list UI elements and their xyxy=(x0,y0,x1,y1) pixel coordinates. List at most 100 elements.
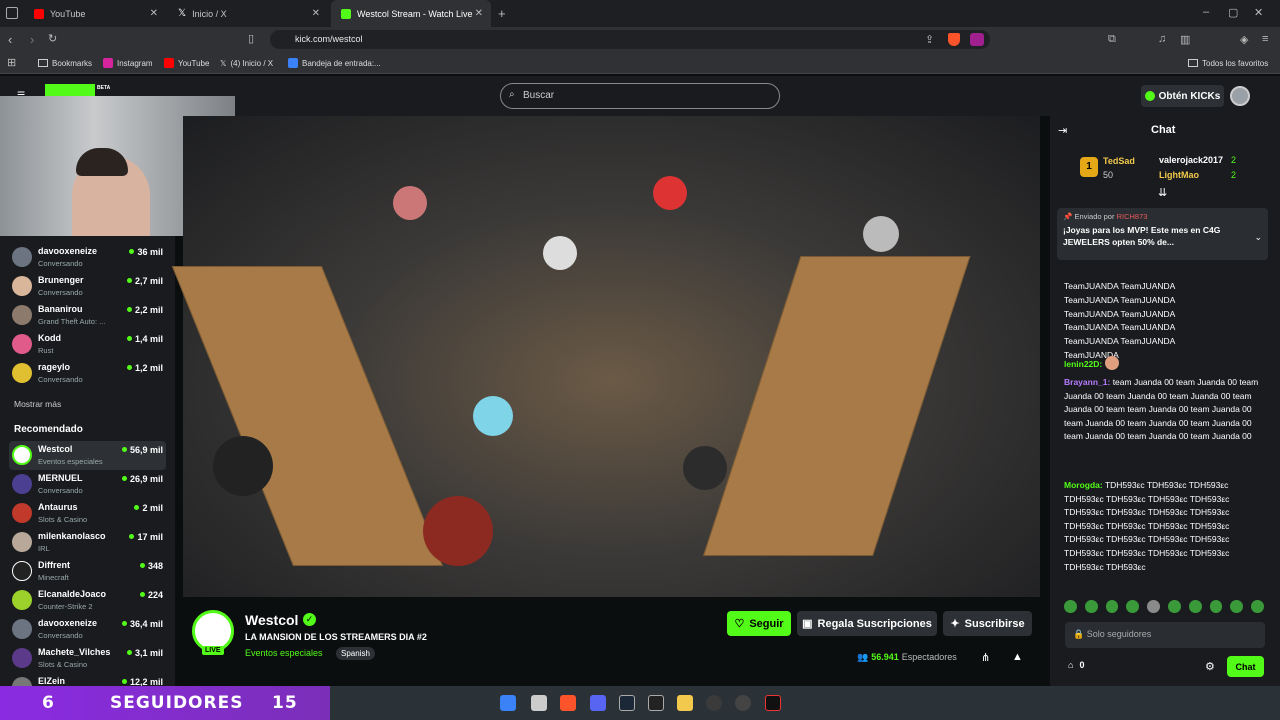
sidebar-item[interactable]: Antaurus Slots & Casino 2 mil xyxy=(12,499,167,528)
file-explorer-icon[interactable] xyxy=(677,695,693,711)
gift-subs-button[interactable]: ▣ Regala Suscripciones xyxy=(797,611,937,636)
chat-username[interactable]: lenin22D: xyxy=(1064,359,1102,369)
subscribe-button[interactable]: ✦ Suscribirse xyxy=(943,611,1032,636)
emote-icon[interactable] xyxy=(1230,600,1244,613)
epic-games-icon[interactable] xyxy=(648,695,664,711)
brave-rewards-icon[interactable] xyxy=(970,33,984,46)
emote-icon[interactable] xyxy=(1147,600,1160,613)
task-view-icon[interactable] xyxy=(531,695,547,711)
stream-title: LA MANSION DE LOS STREAMERS DIA #2 xyxy=(245,632,427,642)
bookmark-x[interactable]: 𝕏 (4) Inicio / X xyxy=(220,52,273,74)
close-icon[interactable]: ✕ xyxy=(312,8,320,19)
tab-youtube[interactable]: YouTube ✕ xyxy=(24,0,166,27)
avatar xyxy=(12,474,32,494)
stream-category[interactable]: Eventos especiales xyxy=(245,648,323,658)
share-icon[interactable]: ⋔ xyxy=(981,651,990,664)
emote-icon[interactable] xyxy=(1126,600,1140,613)
points-display[interactable]: ⌂ 0 xyxy=(1068,660,1084,670)
leaderboard-user[interactable]: LightMao xyxy=(1159,170,1199,180)
channel-name[interactable]: Westcol xyxy=(245,612,298,628)
all-favorites-label: Todos los favoritos xyxy=(1202,58,1269,68)
chat-settings-gear-icon[interactable]: ⚙ xyxy=(1205,660,1215,673)
extensions-icon[interactable]: ⧉ xyxy=(1108,33,1116,46)
user-avatar[interactable] xyxy=(1230,86,1250,106)
sidebar-item[interactable]: davooxeneize Conversando 36 mil xyxy=(12,243,167,272)
emote-bar xyxy=(1064,600,1264,616)
bookmark-icon[interactable]: ▯ xyxy=(248,32,254,45)
get-kicks-button[interactable]: Obtén KICKs xyxy=(1141,85,1224,107)
discord-icon[interactable] xyxy=(590,695,606,711)
sidebar-item[interactable]: Bananirou Grand Theft Auto: ... 2,2 mil xyxy=(12,301,167,330)
url-field[interactable]: kick.com/westcol xyxy=(270,30,990,49)
menu-icon[interactable]: ≡ xyxy=(1262,33,1268,45)
share-icon[interactable]: ⇪ xyxy=(925,33,934,46)
all-favorites[interactable]: Todos los favoritos xyxy=(1188,52,1268,74)
wallet-icon[interactable]: ◈ xyxy=(1240,33,1248,46)
media-icon[interactable]: ♫ xyxy=(1158,33,1166,45)
close-icon[interactable]: ✕ xyxy=(150,8,158,19)
collapse-chat-icon[interactable]: ⇥ xyxy=(1058,124,1067,137)
back-icon[interactable]: ‹ xyxy=(8,32,12,47)
report-icon[interactable]: ▲ xyxy=(1012,651,1023,663)
bookmark-youtube[interactable]: YouTube xyxy=(164,52,209,74)
tab-kick[interactable]: Westcol Stream - Watch Live ✕ xyxy=(331,0,491,27)
close-icon[interactable]: ✕ xyxy=(475,8,483,19)
minimize-icon[interactable]: – xyxy=(1203,6,1209,18)
x-logo-icon: 𝕏 xyxy=(178,8,187,19)
chat-username[interactable]: Morogda: xyxy=(1064,480,1103,490)
emote-icon[interactable] xyxy=(1105,600,1119,613)
chat-username[interactable]: Brayann_1: xyxy=(1064,377,1110,387)
bookmark-mail[interactable]: Bandeja de entrada:... xyxy=(288,52,381,74)
chat-message: lenin22D: xyxy=(1064,356,1264,371)
windows-start-icon[interactable] xyxy=(500,695,516,711)
emote-icon[interactable] xyxy=(1084,600,1098,613)
emote-icon[interactable] xyxy=(1209,600,1223,613)
sidebar-item[interactable]: MERNUEL Conversando 26,9 mil xyxy=(12,470,167,499)
sidebar-item[interactable]: Brunenger Conversando 2,7 mil xyxy=(12,272,167,301)
sidebar-item[interactable]: Machete_Vilches Slots & Casino 3,1 mil xyxy=(12,644,167,673)
forward-icon[interactable]: › xyxy=(30,32,34,47)
sidebar-item[interactable]: Westcol Eventos especiales 56,9 mil xyxy=(12,441,167,470)
show-more-link[interactable]: Mostrar más xyxy=(14,399,61,409)
follow-button[interactable]: ♡ Seguir xyxy=(727,611,791,636)
tiktok-icon[interactable] xyxy=(765,695,781,711)
chat-input[interactable]: 🔒 Solo seguidores xyxy=(1065,622,1265,648)
close-window-icon[interactable]: ✕ xyxy=(1254,6,1263,19)
sidebar-item[interactable]: ElcanaldeJoaco Counter-Strike 2 224 xyxy=(12,586,167,615)
reload-icon[interactable]: ↻ xyxy=(48,32,57,45)
emote-icon[interactable] xyxy=(1188,600,1202,613)
leaderboard-user[interactable]: TedSad xyxy=(1103,156,1135,166)
maximize-icon[interactable]: ▢ xyxy=(1228,6,1238,19)
apps-grid-icon[interactable]: ⊞ xyxy=(7,56,16,69)
sidebar-item[interactable]: davooxeneize Conversando 36,4 mil xyxy=(12,615,167,644)
emote-icon xyxy=(1104,356,1119,370)
tab-x[interactable]: 𝕏 Inicio / X ✕ xyxy=(168,0,328,27)
brave-shield-icon[interactable] xyxy=(948,33,960,46)
video-player[interactable] xyxy=(171,116,1040,597)
pinned-message[interactable]: 📌 Enviado por RICH873 ¡Joyas para los MV… xyxy=(1057,208,1268,260)
emote-icon[interactable] xyxy=(1251,600,1264,613)
chat-send-button[interactable]: Chat xyxy=(1227,656,1264,677)
sidebar-item[interactable]: ElZein 12,2 mil xyxy=(12,673,167,686)
bookmark-instagram[interactable]: Instagram xyxy=(103,52,153,74)
emote-icon[interactable] xyxy=(1064,600,1077,613)
tab-actions-icon[interactable] xyxy=(6,7,18,19)
sidebar-toggle-icon[interactable]: ▥ xyxy=(1180,33,1190,46)
sidebar-item[interactable]: Kodd Rust 1,4 mil xyxy=(12,330,167,359)
sidebar-item[interactable]: Diffrent Minecraft 348 xyxy=(12,557,167,586)
obs-icon[interactable] xyxy=(735,695,751,711)
search-input[interactable]: ⌕ Buscar xyxy=(500,83,780,109)
steam-icon[interactable] xyxy=(619,695,635,711)
bookmark-folder[interactable]: Bookmarks xyxy=(38,52,92,74)
expand-leaderboard-icon[interactable]: ⇊ xyxy=(1158,186,1167,199)
sidebar-item[interactable]: rageylo Conversando 1,2 mil xyxy=(12,359,167,388)
leaderboard-user[interactable]: valerojack2017 xyxy=(1159,155,1223,165)
app-icon[interactable] xyxy=(706,695,722,711)
brave-browser-icon[interactable] xyxy=(560,695,576,711)
new-tab-icon[interactable]: + xyxy=(498,6,506,21)
emote-icon[interactable] xyxy=(1167,600,1181,613)
sidebar-item[interactable]: milenkanolasco IRL 17 mil xyxy=(12,528,167,557)
avatar xyxy=(12,247,32,267)
chevron-down-icon[interactable]: ⌄ xyxy=(1254,232,1262,243)
language-tag[interactable]: Spanish xyxy=(336,647,375,660)
